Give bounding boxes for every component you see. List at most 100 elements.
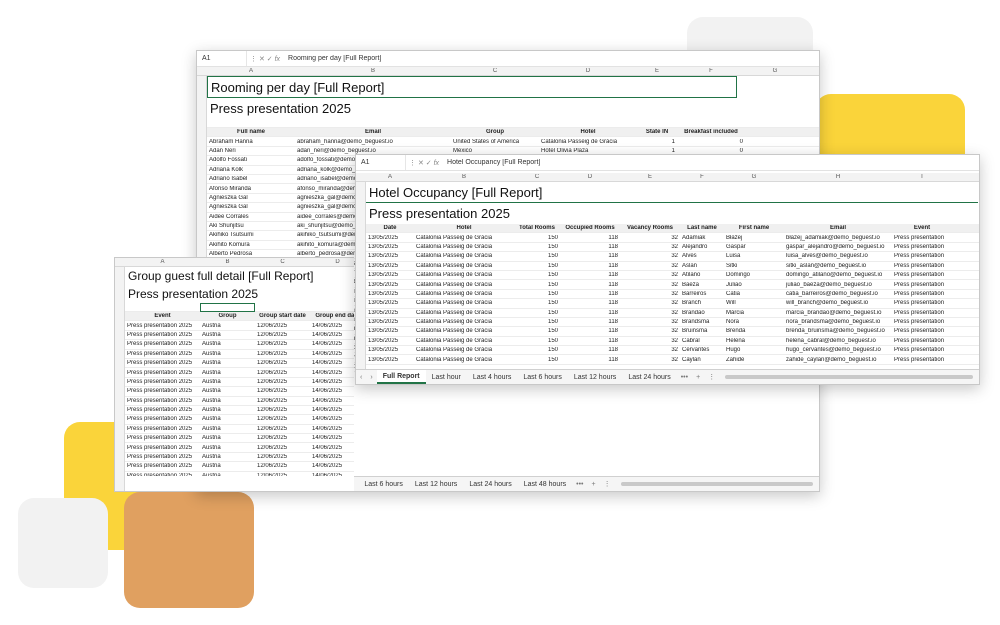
table-cell[interactable]: 32	[620, 282, 680, 288]
column-letter[interactable]: I	[892, 174, 952, 180]
table-cell[interactable]: Catalonia Passeig de Gràcia	[414, 272, 514, 278]
table-cell[interactable]: Catalonia Passeig de Gràcia	[414, 338, 514, 344]
table-cell[interactable]: Press presentation 2025	[125, 398, 200, 404]
table-cell[interactable]: 118	[560, 347, 620, 353]
table-cell[interactable]: Domingo	[724, 272, 784, 278]
table-cell[interactable]: Aidee Corrales	[207, 214, 295, 220]
table-cell[interactable]: Aslan	[680, 263, 724, 269]
table-cell[interactable]: 118	[560, 310, 620, 316]
table-cell[interactable]: Press presentation	[892, 310, 952, 316]
sheet-grid[interactable]: Hotel Occupancy [Full Report] Press pres…	[366, 182, 979, 369]
table-cell[interactable]: 150	[514, 253, 560, 259]
table-cell[interactable]: Catalonia Passeig de Gràcia	[414, 319, 514, 325]
table-cell[interactable]: błażej_adamiak@demo_beguest.io	[784, 235, 892, 241]
table-cell[interactable]: 14/06/2025	[310, 426, 354, 432]
table-cell[interactable]: 14/06/2025	[310, 416, 354, 422]
table-cell[interactable]: Press presentation	[892, 328, 952, 334]
table-cell[interactable]: 12/06/2025	[255, 360, 310, 366]
table-cell[interactable]: 32	[620, 253, 680, 259]
table-cell[interactable]: 13/05/2025	[366, 319, 414, 325]
column-letter[interactable]: F	[677, 68, 745, 74]
column-letter[interactable]: B	[295, 68, 451, 74]
table-cell[interactable]: Adolfo Fossati	[207, 157, 295, 163]
table-cell[interactable]: 14/06/2025	[310, 435, 354, 441]
table-cell[interactable]: 14/06/2025	[310, 454, 354, 460]
name-box[interactable]: A1	[197, 51, 247, 66]
table-cell[interactable]: 32	[620, 357, 680, 363]
table-cell[interactable]: 14/06/2025	[310, 398, 354, 404]
table-cell[interactable]: Catalonia Passeig de Gràcia	[414, 244, 514, 250]
sheet-tab[interactable]: Last 48 hours	[518, 477, 572, 491]
table-cell[interactable]: Gaspar	[724, 244, 784, 250]
table-cell[interactable]: Press presentation	[892, 319, 952, 325]
table-cell[interactable]: Sitki	[724, 263, 784, 269]
table-cell[interactable]: 13/05/2025	[366, 235, 414, 241]
table-cell[interactable]: 14/06/2025	[310, 351, 354, 357]
table-cell[interactable]: Adriana Kolk	[207, 167, 295, 173]
table-cell[interactable]: Press presentation 2025	[125, 445, 200, 451]
table-cell[interactable]: 13/05/2025	[366, 347, 414, 353]
table-cell[interactable]: Akihiko Tsutsumi	[207, 232, 295, 238]
table-cell[interactable]: Press presentation 2025	[125, 426, 200, 432]
column-letter[interactable]: H	[805, 68, 819, 74]
table-cell[interactable]: 150	[514, 244, 560, 250]
selected-cell[interactable]	[200, 302, 255, 312]
table-cell[interactable]: 12/06/2025	[255, 435, 310, 441]
sheet-tab[interactable]: Last 24 hours	[463, 477, 517, 491]
table-cell[interactable]: 32	[620, 319, 680, 325]
table-cell[interactable]: Press presentation 2025	[125, 454, 200, 460]
table-cell[interactable]: Press presentation 2025	[125, 416, 200, 422]
table-cell[interactable]: 13/05/2025	[366, 282, 414, 288]
table-cell[interactable]: Press presentation	[892, 253, 952, 259]
table-cell[interactable]: hugo_cervantes@demo_beguest.io	[784, 347, 892, 353]
table-cell[interactable]: Helena	[724, 338, 784, 344]
sheet-tab[interactable]: Full Report	[376, 370, 426, 384]
table-cell[interactable]: Press presentation 2025	[125, 323, 200, 329]
table-cell[interactable]: Cervantes	[680, 347, 724, 353]
table-cell[interactable]: 12/06/2025	[255, 351, 310, 357]
table-cell[interactable]: 32	[620, 263, 680, 269]
table-cell[interactable]: 12/06/2025	[255, 463, 310, 469]
table-cell[interactable]: 150	[514, 235, 560, 241]
table-cell[interactable]: 118	[560, 272, 620, 278]
table-cell[interactable]: Press presentation 2025	[125, 370, 200, 376]
table-cell[interactable]: Akihito Komura	[207, 242, 295, 248]
table-cell[interactable]: Press presentation 2025	[125, 407, 200, 413]
horizontal-scrollbar[interactable]	[725, 375, 973, 379]
table-cell[interactable]: Aki Shunjitsu	[207, 223, 295, 229]
table-cell[interactable]: 13/05/2025	[366, 272, 414, 278]
table-cell[interactable]: Press presentation	[892, 272, 952, 278]
table-cell[interactable]: 150	[514, 282, 560, 288]
table-cell[interactable]: 118	[560, 319, 620, 325]
table-cell[interactable]: Press presentation	[892, 235, 952, 241]
table-cell[interactable]: Catalonia Passeig de Gràcia	[414, 291, 514, 297]
tab-next-icon[interactable]: ›	[366, 374, 376, 381]
table-cell[interactable]: nora_brandsma@demo_beguest.io	[784, 319, 892, 325]
table-cell[interactable]: 32	[620, 300, 680, 306]
column-letter[interactable]: E	[637, 68, 677, 74]
table-cell[interactable]: Press presentation	[892, 263, 952, 269]
sheet-tab[interactable]: Last 6 hours	[358, 477, 409, 491]
table-cell[interactable]: 14/06/2025	[310, 379, 354, 385]
table-cell[interactable]: Luisa	[724, 253, 784, 259]
table-cell[interactable]: Austria	[200, 426, 255, 432]
table-cell[interactable]: Austria	[200, 463, 255, 469]
table-cell[interactable]: 150	[514, 300, 560, 306]
table-cell[interactable]: 13/05/2025	[366, 263, 414, 269]
sheet-title[interactable]: Rooming per day [Full Report]	[207, 76, 737, 98]
table-cell[interactable]: Will	[724, 300, 784, 306]
table-cell[interactable]: Brandsma	[680, 319, 724, 325]
table-cell[interactable]: márcia_brandão@demo_beguest.io	[784, 310, 892, 316]
table-cell[interactable]: 150	[514, 338, 560, 344]
more-icon[interactable]: ⋮	[704, 373, 719, 381]
table-cell[interactable]: Press presentation 2025	[125, 351, 200, 357]
table-cell[interactable]: Brenda	[724, 328, 784, 334]
table-cell[interactable]: sitki_aslan@demo_beguest.io	[784, 263, 892, 269]
table-cell[interactable]: Afonso Miranda	[207, 186, 295, 192]
table-cell[interactable]: Hugo	[724, 347, 784, 353]
sheet-tab[interactable]: Last 4 hours	[467, 370, 518, 384]
column-letter[interactable]: G	[724, 174, 784, 180]
table-cell[interactable]: Austria	[200, 351, 255, 357]
table-cell[interactable]: Austria	[200, 454, 255, 460]
table-cell[interactable]: Alves	[680, 253, 724, 259]
